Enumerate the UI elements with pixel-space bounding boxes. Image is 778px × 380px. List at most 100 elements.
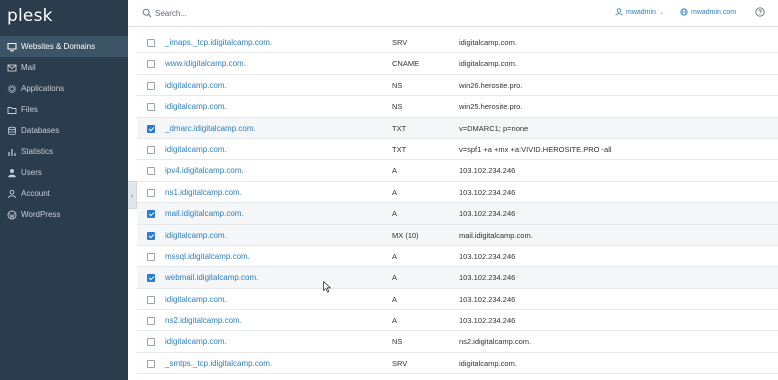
row-checkbox[interactable] [147,60,155,69]
row-checkbox[interactable] [147,317,155,326]
row-checkbox[interactable] [147,81,155,90]
record-host-link[interactable]: idigitalcamp.com. [165,81,227,90]
sidebar-item-statistics[interactable]: Statistics [0,141,128,162]
sidebar-item-websites-domains[interactable]: Websites & Domains [0,36,128,57]
sidebar-item-databases[interactable]: Databases [0,120,128,141]
record-value: idigitalcamp.com. [459,38,517,47]
record-value: 103.102.234.246 [459,166,516,176]
subscription-label: mwadmin.com [691,8,737,16]
help-icon[interactable] [755,7,765,17]
record-host-link[interactable]: ipv4.idigitalcamp.com. [165,166,244,175]
folder-icon [6,104,17,115]
table-row: _dmarc.idigitalcamp.com. TXT v=DMARC1; p=n… [137,117,778,139]
record-host-link[interactable]: idigitalcamp.com. [165,145,227,154]
monitor-icon [6,41,17,52]
row-checkbox[interactable] [147,338,155,347]
record-host-link[interactable]: _dmarc.idigitalcamp.com. [165,124,256,133]
row-checkbox[interactable] [147,274,155,283]
subscription-menu[interactable]: mwadmin.com [680,8,736,16]
record-host-link[interactable]: idigitalcamp.com. [165,102,227,111]
sidebar-item-label: Applications [21,84,65,93]
table-row: idigitalcamp.com. TXT v=spf1 +a +mx +a:VIV… [137,139,778,161]
account-icon [6,188,17,199]
record-host-link[interactable]: www.idigitalcamp.com. [165,59,246,68]
user-icon [6,167,17,178]
row-checkbox[interactable] [147,210,155,219]
record-type: A [392,273,398,283]
row-checkbox[interactable] [147,188,155,197]
record-value: idigitalcamp.com. [459,59,517,69]
record-host-link[interactable]: _smtps._tcp.idigitalcamp.com. [165,359,272,368]
user-menu[interactable]: mwadmin ⌄ [615,8,664,16]
record-host-link[interactable]: ns2.idigitalcamp.com. [165,316,242,325]
table-row: idigitalcamp.com. MX (10) mail.idigitalcam… [137,224,778,246]
row-checkbox[interactable] [147,39,155,47]
record-type: MX (10) [392,230,419,240]
record-value: 103.102.234.246 [459,273,516,283]
record-host-link[interactable]: webmail.idigitalcamp.com. [165,273,258,282]
user-icon [615,8,623,16]
mouse-cursor-icon [323,281,332,293]
record-value: v=spf1 +a +mx +a:VIVID.HEROSITE.PRO -all [459,144,612,154]
sidebar-item-account[interactable]: Account [0,183,128,204]
record-host-link[interactable]: mssql.idigitalcamp.com. [165,252,250,261]
table-row: webmail.idigitalcamp.com. A 103.102.234.24… [137,267,778,289]
record-type: A [392,294,398,304]
record-value: v=DMARC1; p=none [459,123,529,133]
sidebar-item-wordpress[interactable]: WordPress [0,204,128,225]
sidebar-collapse-toggle[interactable]: ‹ [128,181,137,209]
record-host-link[interactable]: idigitalcamp.com. [165,337,227,346]
table-row: ns1.idigitalcamp.com. A 103.102.234.246 [137,182,778,204]
table-row: _imaps._tcp.idigitalcamp.com. SRV idigital… [137,32,778,54]
row-checkbox[interactable] [147,145,155,154]
globe-icon [680,8,688,16]
plesk-logo[interactable]: plesk [7,6,53,26]
record-host-link[interactable]: _imaps._tcp.idigitalcamp.com. [165,38,272,47]
sidebar-item-label: Account [21,189,50,198]
sidebar-item-label: Files [21,105,38,114]
record-host-link[interactable]: idigitalcamp.com. [165,295,227,304]
bar-chart-icon [6,146,17,157]
record-type: CNAME [392,59,420,69]
sidebar-item-users[interactable]: Users [0,162,128,183]
sidebar-item-label: Users [21,168,42,177]
record-value: win26.herosite.pro. [459,80,523,90]
database-icon [6,125,17,136]
record-type: NS [392,102,403,112]
table-row: idigitalcamp.com. NS win26.herosite.pro. [137,75,778,97]
row-checkbox[interactable] [147,167,155,176]
record-type: NS [392,337,403,347]
wordpress-icon [6,209,17,220]
record-type: NS [392,80,403,90]
record-host-link[interactable]: idigitalcamp.com. [165,231,227,240]
record-value: 103.102.234.246 [459,251,516,261]
sidebar-item-mail[interactable]: Mail [0,57,128,78]
record-type: SRV [392,38,408,47]
record-value: mail.idigitalcamp.com. [459,230,533,240]
row-checkbox[interactable] [147,124,155,133]
row-checkbox[interactable] [147,295,155,304]
record-host-link[interactable]: ns1.idigitalcamp.com. [165,188,242,197]
row-checkbox[interactable] [147,359,155,368]
record-type: A [392,166,398,176]
record-value: 103.102.234.246 [459,187,516,197]
record-type: SRV [392,358,408,368]
sidebar-item-label: WordPress [21,210,61,219]
table-row: www.idigitalcamp.com. CNAME idigitalcamp.c… [137,53,778,75]
table-row: mail.idigitalcamp.com. A 103.102.234.246 [137,203,778,225]
record-type: A [392,251,398,261]
sidebar-item-files[interactable]: Files [0,99,128,120]
record-type: TXT [392,144,407,154]
chevron-down-icon: ⌄ [658,9,664,16]
table-row: mssql.idigitalcamp.com. A 103.102.234.246 [137,246,778,268]
row-checkbox[interactable] [147,252,155,261]
row-checkbox[interactable] [147,231,155,240]
sidebar-item-applications[interactable]: Applications [0,78,128,99]
search-input[interactable] [155,5,355,21]
record-value: win25.herosite.pro. [459,102,523,112]
sidebar-item-label: Mail [21,63,36,72]
record-host-link[interactable]: mail.idigitalcamp.com. [165,209,244,218]
sidebar-item-label: Websites & Domains [21,42,96,51]
row-checkbox[interactable] [147,103,155,112]
record-value: ns2.idigitalcamp.com. [459,337,532,347]
